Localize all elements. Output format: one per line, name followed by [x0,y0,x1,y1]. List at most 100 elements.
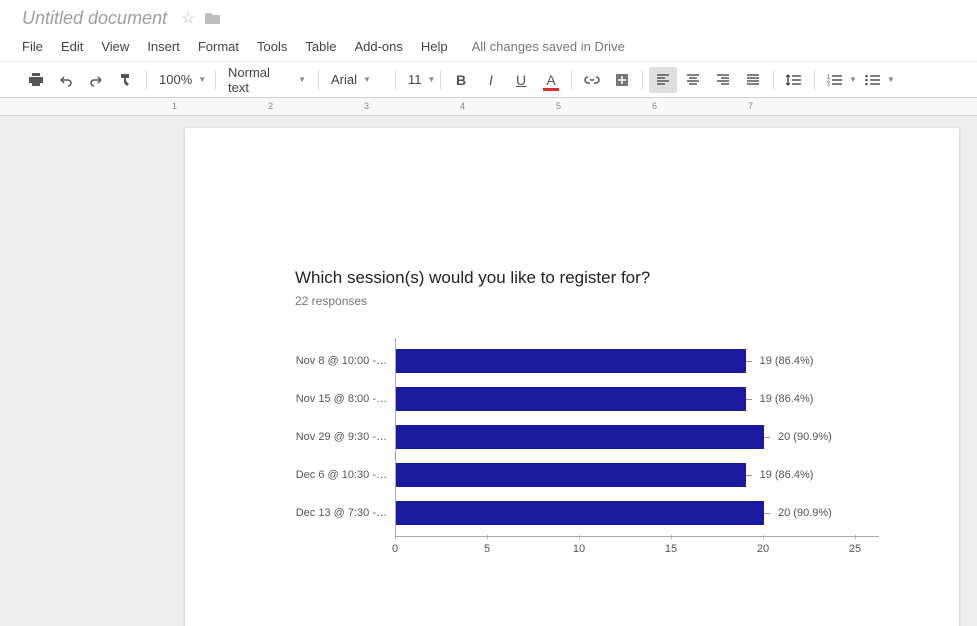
star-icon[interactable]: ☆ [181,8,195,28]
paragraph-style-select[interactable]: Normal text ▼ [222,67,312,93]
chart-title: Which session(s) would you like to regis… [295,268,879,288]
y-axis-labels: Nov 8 @ 10:00 -…Nov 15 @ 8:00 -…Nov 29 @… [295,338,395,559]
align-justify-icon[interactable] [739,67,767,93]
separator [215,70,216,90]
bar-row: 19 (86.4%) [396,380,879,418]
document-canvas[interactable]: Which session(s) would you like to regis… [0,116,977,626]
chevron-down-icon: ▼ [198,75,206,84]
separator [571,70,572,90]
insert-link-icon[interactable] [578,67,606,93]
x-tick-label: 10 [573,543,585,555]
bar-value-label: 19 (86.4%) [760,469,814,481]
save-status: All changes saved in Drive [472,39,625,54]
bar-row: 19 (86.4%) [396,342,879,380]
align-left-icon[interactable] [649,67,677,93]
bar [396,387,746,411]
bar [396,425,764,449]
menu-file[interactable]: File [22,39,43,54]
separator [814,70,815,90]
chevron-down-icon: ▼ [428,75,436,84]
category-label: Nov 15 @ 8:00 -… [295,380,395,418]
bar-row: 19 (86.4%) [396,456,879,494]
underline-button[interactable]: U [507,67,535,93]
category-label: Nov 8 @ 10:00 -… [295,342,395,380]
chart: Nov 8 @ 10:00 -…Nov 15 @ 8:00 -…Nov 29 @… [295,338,879,559]
menu-help[interactable]: Help [421,39,448,54]
category-label: Dec 6 @ 10:30 -… [295,456,395,494]
x-tick-label: 25 [849,543,861,555]
bar [396,349,746,373]
style-value: Normal text [228,65,292,95]
x-tick-label: 5 [484,543,490,555]
bar-value-label: 19 (86.4%) [760,355,814,367]
chart-subtitle: 22 responses [295,294,879,308]
numbered-list-icon[interactable]: 123 [821,67,849,93]
plot-area: 19 (86.4%) 19 (86.4%) 20 (90.9%) 19 (86.4%)… [395,338,879,559]
ruler-tick: 7 [748,101,753,111]
ruler-tick: 6 [652,101,657,111]
italic-button[interactable]: I [477,67,505,93]
undo-icon[interactable] [52,67,80,93]
bar [396,501,764,525]
title-bar: Untitled document ☆ [0,0,977,32]
ruler-tick: 5 [556,101,561,111]
menu-view[interactable]: View [101,39,129,54]
separator [318,70,319,90]
toolbar: 100% ▼ Normal text ▼ Arial ▼ 11 ▼ B I U … [0,62,977,98]
bar-value-label: 20 (90.9%) [778,507,832,519]
chevron-down-icon: ▼ [298,75,306,84]
bars: 19 (86.4%) 19 (86.4%) 20 (90.9%) 19 (86.4%)… [395,338,879,537]
page[interactable]: Which session(s) would you like to regis… [185,128,959,626]
bar-row: 20 (90.9%) [396,418,879,456]
bar-row: 20 (90.9%) [396,494,879,532]
ruler-tick: 1 [172,101,177,111]
menu-addons[interactable]: Add-ons [354,39,402,54]
separator [773,70,774,90]
folder-icon[interactable] [205,11,221,25]
document-title[interactable]: Untitled document [22,8,167,29]
zoom-select[interactable]: 100% ▼ [153,67,209,93]
separator [146,70,147,90]
x-tick-label: 15 [665,543,677,555]
x-axis: 0 5 10 15 20 25 [395,539,879,559]
category-label: Dec 13 @ 7:30 -… [295,494,395,532]
separator [642,70,643,90]
size-value: 11 [408,72,422,87]
separator [395,70,396,90]
ruler-tick: 4 [460,101,465,111]
paint-format-icon[interactable] [112,67,140,93]
font-size-select[interactable]: 11 ▼ [402,67,434,93]
ruler-tick: 2 [268,101,273,111]
x-tick-label: 0 [392,543,398,555]
menu-insert[interactable]: Insert [147,39,180,54]
align-center-icon[interactable] [679,67,707,93]
ruler[interactable]: 1 2 3 4 5 6 7 [0,98,977,116]
chevron-down-icon: ▼ [363,75,371,84]
bulleted-list-icon[interactable] [859,67,887,93]
text-color-button[interactable]: A [537,67,565,93]
x-tick-label: 20 [757,543,769,555]
menu-bar: File Edit View Insert Format Tools Table… [0,32,977,62]
menu-edit[interactable]: Edit [61,39,83,54]
bar-value-label: 20 (90.9%) [778,431,832,443]
chevron-down-icon[interactable]: ▼ [887,75,895,84]
menu-format[interactable]: Format [198,39,239,54]
insert-comment-icon[interactable] [608,67,636,93]
bar [396,463,746,487]
separator [440,70,441,90]
svg-text:3: 3 [827,82,830,87]
zoom-value: 100% [159,72,192,87]
bar-value-label: 19 (86.4%) [760,393,814,405]
redo-icon[interactable] [82,67,110,93]
bold-button[interactable]: B [447,67,475,93]
font-value: Arial [331,72,357,87]
print-icon[interactable] [22,67,50,93]
line-spacing-icon[interactable] [780,67,808,93]
menu-table[interactable]: Table [305,39,336,54]
category-label: Nov 29 @ 9:30 -… [295,418,395,456]
menu-tools[interactable]: Tools [257,39,287,54]
align-right-icon[interactable] [709,67,737,93]
font-select[interactable]: Arial ▼ [325,67,389,93]
chevron-down-icon[interactable]: ▼ [849,75,857,84]
ruler-tick: 3 [364,101,369,111]
